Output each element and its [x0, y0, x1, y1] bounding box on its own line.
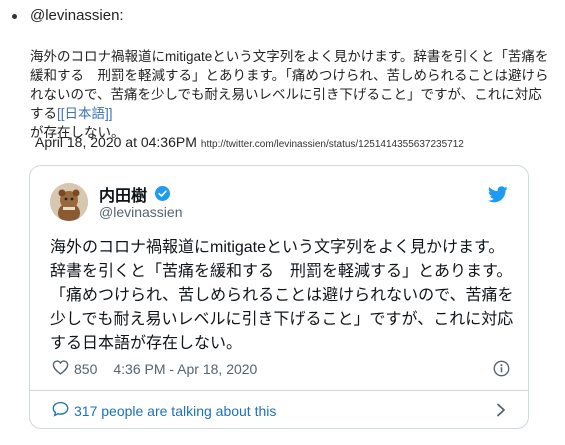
verified-badge-icon — [155, 186, 170, 206]
talking-about-link[interactable]: 317 people are talking about this — [52, 401, 276, 420]
chevron-right-icon[interactable] — [496, 403, 506, 422]
post-url[interactable]: http://twitter.com/levinassien/status/12… — [201, 139, 464, 150]
twitter-bird-icon[interactable] — [487, 186, 508, 208]
like-count[interactable]: 850 — [74, 361, 97, 377]
avatar[interactable] — [50, 183, 88, 221]
post-timestamp: April 18, 2020 at 04:36PM — [35, 134, 197, 150]
heart-icon[interactable] — [52, 360, 69, 378]
tweet-body: 海外のコロナ禍報道にmitigateという文字列をよく見かけます。辞書を引くと「… — [50, 239, 514, 352]
speech-bubble-icon — [52, 401, 69, 420]
list-bullet — [12, 14, 17, 19]
tweet-time[interactable]: 4:36 PM - Apr 18, 2020 — [113, 361, 257, 377]
post-timestamp-row: April 18, 2020 at 04:36PM http://twitter.… — [35, 134, 464, 150]
info-icon[interactable] — [493, 360, 510, 382]
post-text: 海外のコロナ禍報道にmitigateという文字列をよく見かけます。辞書を引くと「… — [30, 47, 550, 142]
embedded-tweet[interactable]: 内田樹 @levinassien 海外のコロナ禍報道にmitigateという文字… — [29, 165, 529, 429]
tweet-meta: 850 4:36 PM - Apr 18, 2020 — [52, 360, 257, 378]
card-divider — [30, 390, 528, 391]
talking-about-text[interactable]: 317 people are talking about this — [74, 403, 276, 419]
post-handle: @levinassien: — [30, 7, 124, 24]
author-name[interactable]: 内田樹 — [99, 182, 147, 206]
author-screen-name[interactable]: @levinassien — [99, 204, 182, 220]
japanese-wiki-link[interactable]: [[日本語]] — [57, 106, 113, 121]
